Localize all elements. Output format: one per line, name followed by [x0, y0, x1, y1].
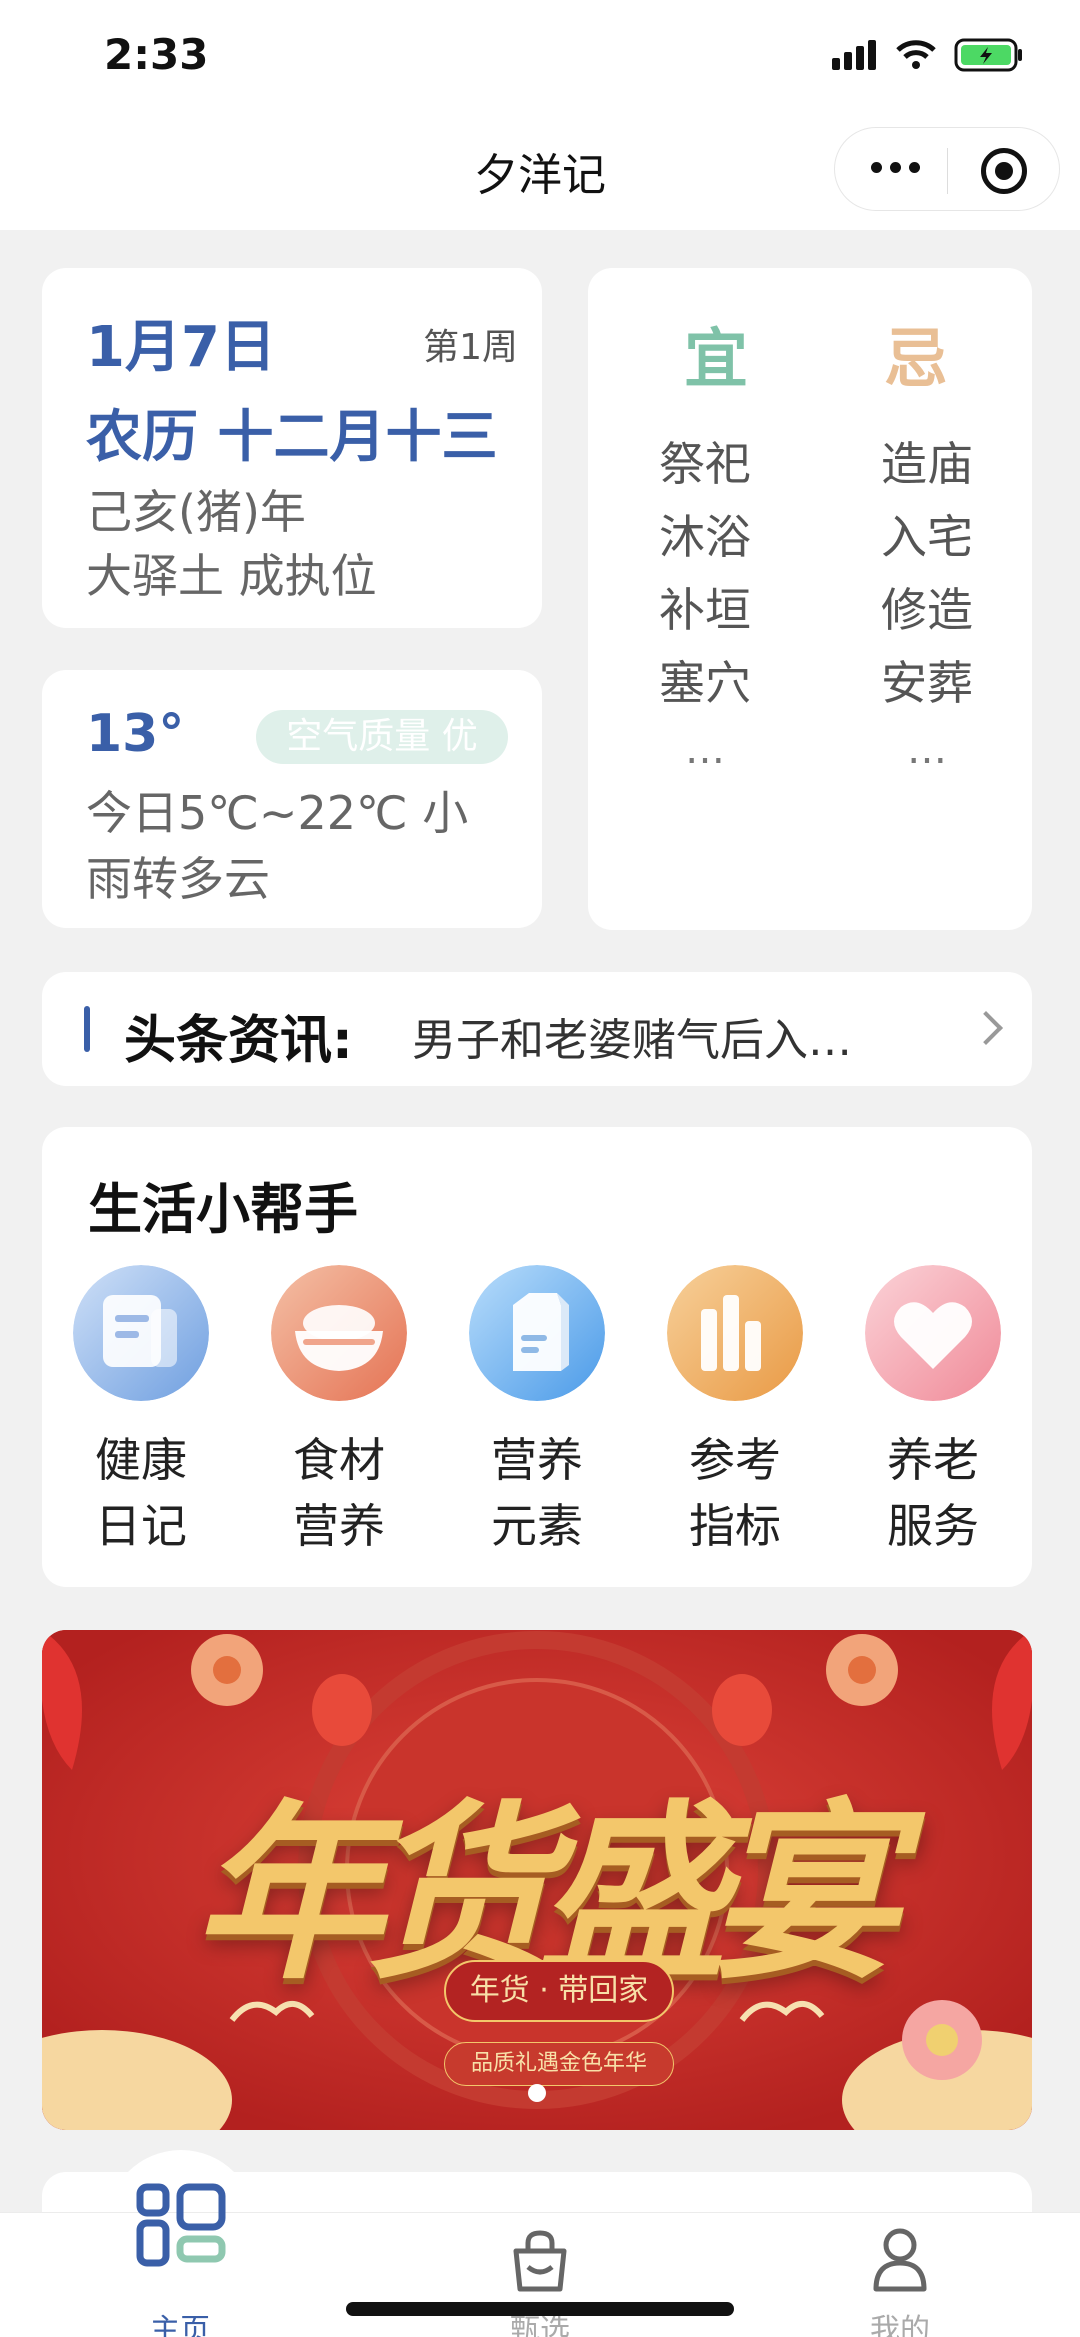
close-target-icon[interactable] [981, 148, 1027, 194]
headline-news-bar[interactable]: 头条资讯: 男子和老婆赌气后入… [42, 972, 1032, 1086]
cellular-signal-icon [832, 40, 876, 70]
weather-card[interactable]: 13° 空气质量 优 今日5℃~22℃ 小雨转多云 [42, 670, 542, 928]
helper-label: 健康 日记 [86, 1427, 196, 1559]
battery-icon [954, 38, 1022, 72]
ji-item: 安葬 [881, 656, 973, 710]
diary-icon [73, 1265, 209, 1401]
helper-label: 养老 服务 [878, 1427, 988, 1559]
helper-label-line: 参考 [689, 1433, 781, 1487]
helper-label-line: 日记 [95, 1499, 187, 1553]
home-indicator [346, 2302, 734, 2316]
helper-label: 营养 元素 [482, 1427, 592, 1559]
home-grid-icon [136, 2183, 226, 2267]
yi-item: 沐浴 [659, 510, 751, 564]
milk-icon [469, 1265, 605, 1401]
yi-heading: 宜 [684, 323, 748, 397]
helper-elderly-care[interactable]: 养老 服务 [834, 1265, 1032, 1559]
life-helper-card: 生活小帮手 健康 日记 食材 营养 营养 元素 参考 指标 养老 服务 [42, 1127, 1032, 1587]
status-icons [832, 38, 1024, 72]
helper-label-line: 健康 [95, 1433, 187, 1487]
banner-subtitle: 品质礼遇金色年华 [444, 2042, 674, 2086]
bottom-tab-bar: 主页 甄选 我的 [0, 2183, 1080, 2337]
helper-label-line: 养老 [887, 1433, 979, 1487]
ji-more: … [907, 727, 947, 773]
yi-item: 塞穴 [659, 656, 751, 710]
ji-item: 入宅 [881, 510, 973, 564]
ji-item: 造庙 [881, 437, 973, 491]
tab-label: 主页 [150, 2313, 210, 2337]
helper-nutrient-elements[interactable]: 营养 元素 [438, 1265, 636, 1559]
helper-label-line: 营养 [491, 1433, 583, 1487]
helper-food-nutrition[interactable]: 食材 营养 [240, 1265, 438, 1559]
helper-label-line: 食材 [293, 1433, 385, 1487]
yi-item: 补垣 [659, 583, 751, 637]
solar-date: 1月7日 [86, 315, 276, 380]
helper-label-line: 元素 [491, 1499, 583, 1553]
ji-list: 造庙 入宅 修造 安葬 … [872, 428, 982, 780]
carousel-indicator [528, 2084, 546, 2102]
helper-reference-indicators[interactable]: 参考 指标 [636, 1265, 834, 1559]
helper-label: 参考 指标 [680, 1427, 790, 1559]
weather-description: 今日5℃~22℃ 小雨转多云 [86, 786, 469, 906]
current-temperature: 13° [86, 704, 185, 764]
ji-item: 修造 [881, 583, 973, 637]
almanac-card[interactable]: 宜 忌 祭祀 沐浴 补垣 塞穴 … 造庙 入宅 修造 安葬 … [588, 268, 1032, 930]
helper-grid: 健康 日记 食材 营养 营养 元素 参考 指标 养老 服务 [42, 1265, 1032, 1559]
helper-label-line: 服务 [887, 1499, 979, 1553]
mini-program-capsule [834, 127, 1060, 211]
yi-more: … [685, 727, 725, 773]
tab-label: 我的 [870, 2313, 930, 2337]
shopping-bag-icon [513, 2230, 567, 2292]
yi-list: 祭祀 沐浴 补垣 塞穴 … [650, 428, 760, 780]
navigation-bar: 夕洋记 [0, 115, 1080, 230]
banner-pill: 年货 · 带回家 [444, 1960, 674, 2022]
tab-home[interactable]: 主页 [80, 2183, 280, 2337]
yi-item: 祭祀 [659, 437, 751, 491]
chevron-right-icon[interactable] [969, 1011, 1003, 1045]
news-accent-bar [84, 1006, 90, 1052]
helper-label: 食材 营养 [284, 1427, 394, 1559]
helper-health-diary[interactable]: 健康 日记 [42, 1265, 240, 1559]
news-headline[interactable]: 男子和老婆赌气后入… [412, 1004, 972, 1068]
wifi-icon [896, 40, 936, 69]
day-attribute: 大驿土 成执位 [86, 549, 377, 603]
status-time: 2:33 [104, 30, 209, 79]
bowl-icon [271, 1265, 407, 1401]
bars-icon [667, 1265, 803, 1401]
tab-me[interactable]: 我的 [800, 2213, 1000, 2337]
date-card[interactable]: 1月7日 第1周 农历 十二月十三 己亥(猪)年 大驿土 成执位 [42, 268, 542, 628]
tab-selection[interactable]: 甄选 [440, 2213, 640, 2337]
user-icon [873, 2228, 927, 2292]
ganzhi-year: 己亥(猪)年 [86, 485, 306, 539]
heart-icon [865, 1265, 1001, 1401]
ji-heading: 忌 [884, 323, 948, 397]
helper-title: 生活小帮手 [88, 1178, 358, 1241]
helper-label-line: 指标 [689, 1499, 781, 1553]
capsule-divider [947, 148, 948, 194]
air-quality-badge: 空气质量 优 [256, 710, 508, 764]
week-number: 第1周 [423, 327, 518, 368]
helper-label-line: 营养 [293, 1499, 385, 1553]
more-icon[interactable] [871, 162, 920, 173]
lunar-date: 农历 十二月十三 [86, 405, 498, 470]
status-bar: 2:33 [0, 0, 1080, 115]
news-label: 头条资讯: [124, 1011, 353, 1071]
promo-banner[interactable]: 年货盛宴 年货 · 带回家 品质礼遇金色年华 [42, 1630, 1032, 2130]
